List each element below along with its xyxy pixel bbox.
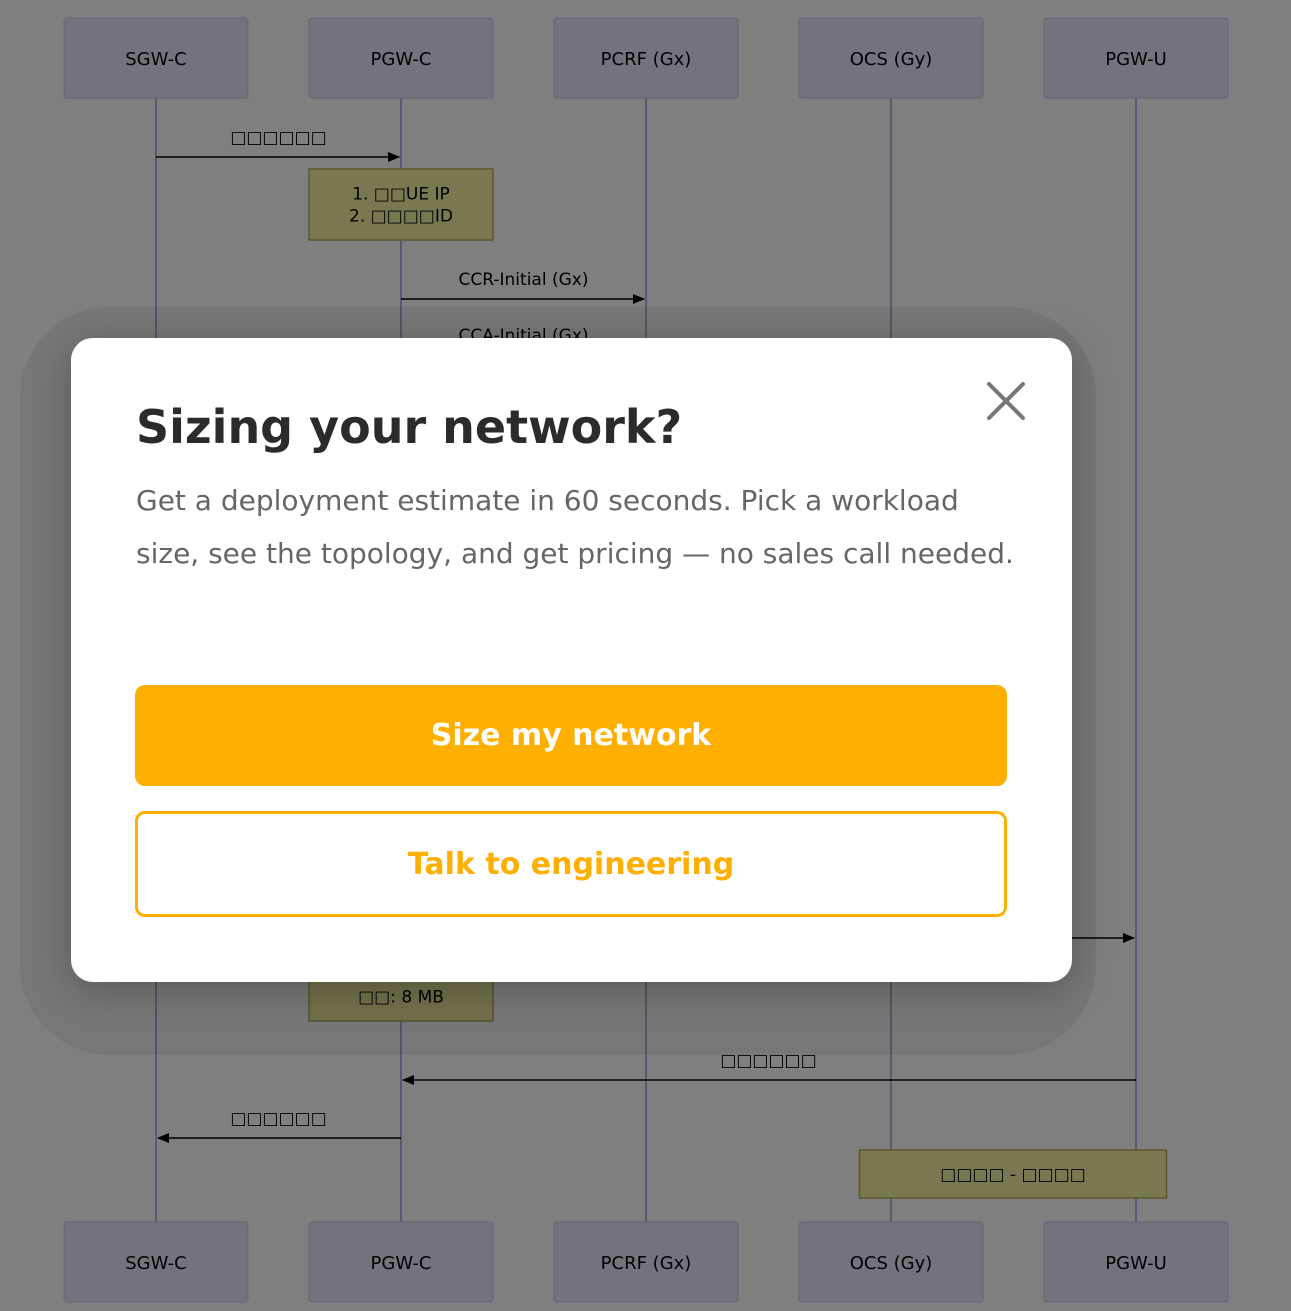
- size-my-network-button[interactable]: Size my network: [135, 685, 1007, 786]
- modal-title: Sizing your network?: [136, 400, 683, 454]
- sizing-modal: Sizing your network? Get a deployment es…: [71, 338, 1072, 982]
- talk-to-engineering-button[interactable]: Talk to engineering: [135, 811, 1007, 917]
- modal-description: Get a deployment estimate in 60 seconds.…: [136, 484, 1014, 570]
- close-icon[interactable]: [981, 376, 1039, 434]
- page: SGW-CPGW-CPCRF (Gx)OCS (Gy)PGW-U SGW-CPG…: [0, 0, 1291, 1311]
